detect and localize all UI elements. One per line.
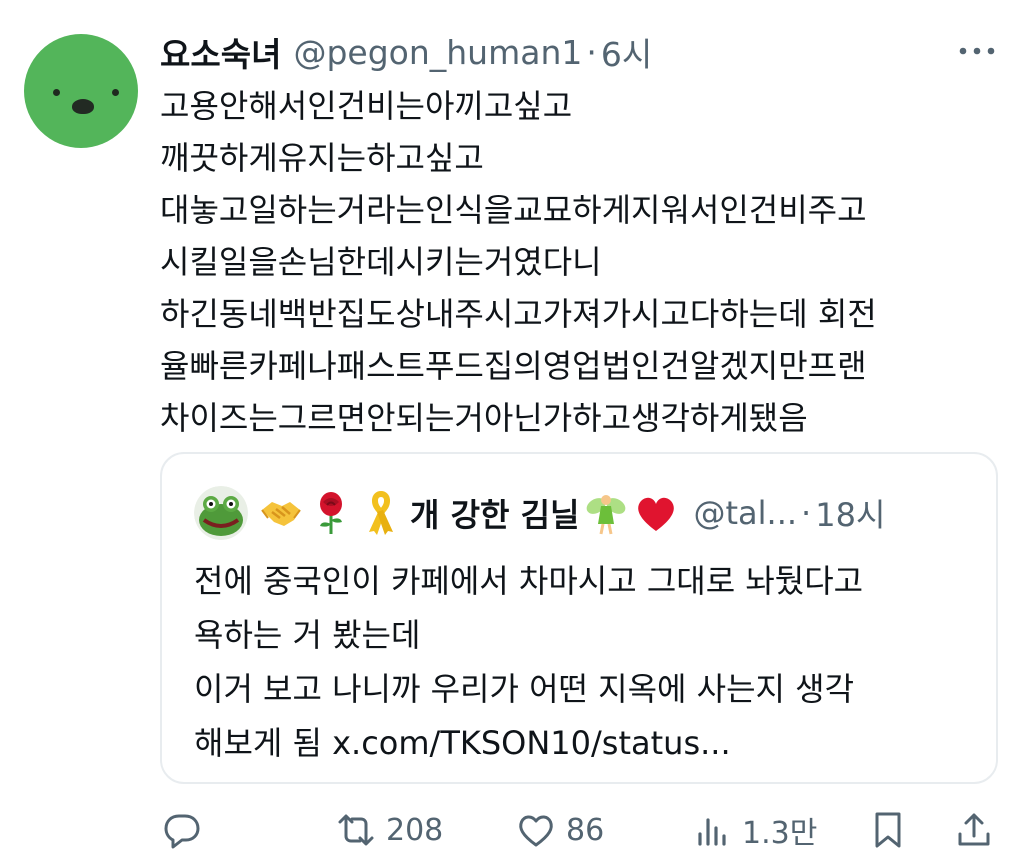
avatar-eye-left [53,89,60,96]
tweet-text-line: 대놓고일하는거라는인식을교묘하게지워서인건비주고 [160,191,867,229]
author-display-name[interactable]: 요소숙녀 [160,28,281,76]
tweet-text-line: 차이즈는그르면안되는거아닌가하고생각하게됐음 [160,399,808,437]
share-icon [958,813,990,846]
bookmark-button[interactable] [868,804,908,856]
tweet-timestamp[interactable]: 6시 [601,28,652,76]
author-handle[interactable]: @pegon_human1 [293,33,582,72]
red-heart-emoji-icon [638,497,675,531]
more-horizontal-icon [959,47,995,55]
views-button[interactable]: 1.3만 [692,804,817,856]
tweet-text: 고용안해서인건비는아끼고싶고 깨끗하게유지는하고싶고 대놓고일하는거라는인식을교… [160,80,1000,444]
handshake-emoji-icon [261,502,301,526]
tweet-text-line: 시킬일을손님한데시키는거였다니 [160,243,602,281]
retweet-count: 208 [386,812,444,848]
quoted-author-display-name[interactable]: 개 강한 김닐 [410,490,579,536]
reply-button[interactable] [162,804,212,856]
like-button[interactable]: 86 [516,804,604,856]
quoted-tweet-card[interactable]: 개 강한 김닐 @tal... · 18시 전에 중국인이 카페에서 차마시고 … [160,452,998,784]
tweet-text-line: 하긴동네백반집도상내주시고가져가시고다하는데 회전 [160,295,877,333]
avatar[interactable] [24,34,138,148]
rose-emoji-icon [320,492,342,534]
share-button[interactable] [954,804,994,856]
retweet-button[interactable]: 208 [336,804,443,856]
quoted-text-line: 해보게 됨 x.com/TKSON10/status... [194,724,731,762]
quoted-text-line: 욕하는 거 봤는데 [194,616,421,654]
bookmark-icon [875,812,901,848]
tweet-text-line: 깨끗하게유지는하고싶고 [160,139,484,177]
avatar-eye-right [112,89,119,96]
quoted-tweet-text: 전에 중국인이 카페에서 차마시고 그대로 놔뒀다고 욕하는 거 봤는데 이거 … [194,554,984,770]
tweet-header: 요소숙녀 @pegon_human1 · 6시 [160,24,652,80]
like-count: 86 [566,812,605,848]
tweet-text-line: 고용안해서인건비는아끼고싶고 [160,87,573,125]
quoted-header-separator: · [801,494,812,532]
heart-icon [519,815,553,847]
tweet-action-bar: 208 86 1.3만 [160,800,1000,860]
tweet-screen: 요소숙녀 @pegon_human1 · 6시 고용안해서인건비는아끼고싶고 깨… [0,0,1024,866]
more-options-button[interactable] [953,36,1001,66]
fairy-emoji-icon [587,495,626,535]
views-count: 1.3만 [742,816,818,851]
quoted-author-avatar[interactable] [194,486,248,540]
quoted-tweet-header: 개 강한 김닐 @tal... · 18시 [194,484,885,542]
quoted-text-line: 전에 중국인이 카페에서 차마시고 그대로 놔뒀다고 [194,562,864,600]
tweet-text-line: 율빠른카페나패스트푸드집의영업법인건알겠지만프랜 [160,347,867,385]
yellow-ribbon-emoji-icon [369,490,393,535]
quoted-tweet-timestamp[interactable]: 18시 [815,490,885,536]
avatar-nose [72,99,94,114]
quoted-text-line: 이거 보고 나니까 우리가 어떤 지옥에 사는지 생각 [194,670,855,708]
retweet-icon [338,814,374,846]
views-icon [698,818,726,846]
reply-icon [164,814,200,849]
quoted-author-handle[interactable]: @tal... [693,494,797,532]
header-separator: · [586,32,597,72]
